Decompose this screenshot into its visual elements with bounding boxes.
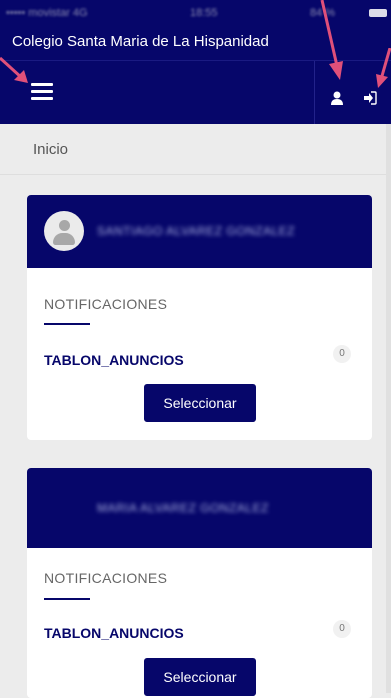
app-title: Colegio Santa Maria de La Hispanidad: [12, 33, 269, 50]
arrow-annotation-profile: [320, 0, 343, 80]
notification-item-name: TABLON_ANUNCIOS: [44, 352, 184, 368]
status-time: 18:55: [190, 7, 218, 19]
select-button[interactable]: Seleccionar: [144, 658, 256, 696]
hamburger-menu-icon[interactable]: [31, 83, 53, 101]
student-card: SANTIAGO ALVAREZ GONZALEZ NOTIFICACIONES…: [27, 195, 372, 440]
notifications-title: NOTIFICACIONES: [44, 296, 168, 312]
nav-divider: [314, 61, 315, 125]
student-card: MARIA ALVAREZ GONZALEZ NOTIFICACIONES TA…: [27, 468, 372, 698]
carrier-signal: ••••• movistar 4G: [6, 7, 88, 19]
section-underline: [44, 323, 90, 325]
breadcrumb: Inicio: [33, 141, 69, 158]
student-name: SANTIAGO ALVAREZ GONZALEZ: [97, 224, 296, 238]
arrow-annotation-menu: [0, 56, 28, 83]
breadcrumb-bar: Inicio: [0, 124, 391, 175]
card-header: MARIA ALVAREZ GONZALEZ: [27, 468, 372, 548]
card-header: SANTIAGO ALVAREZ GONZALEZ: [27, 195, 372, 268]
battery-icon: [369, 9, 387, 17]
avatar: [44, 211, 84, 251]
notification-item-name: TABLON_ANUNCIOS: [44, 625, 184, 641]
arrow-annotation-logout: [376, 48, 391, 88]
select-button[interactable]: Seleccionar: [144, 384, 256, 422]
count-badge: 0: [333, 345, 351, 363]
section-underline: [44, 598, 90, 600]
notifications-title: NOTIFICACIONES: [44, 570, 168, 586]
scroll-edge: [386, 124, 391, 693]
count-badge: 0: [333, 620, 351, 638]
student-name: MARIA ALVAREZ GONZALEZ: [97, 501, 269, 515]
